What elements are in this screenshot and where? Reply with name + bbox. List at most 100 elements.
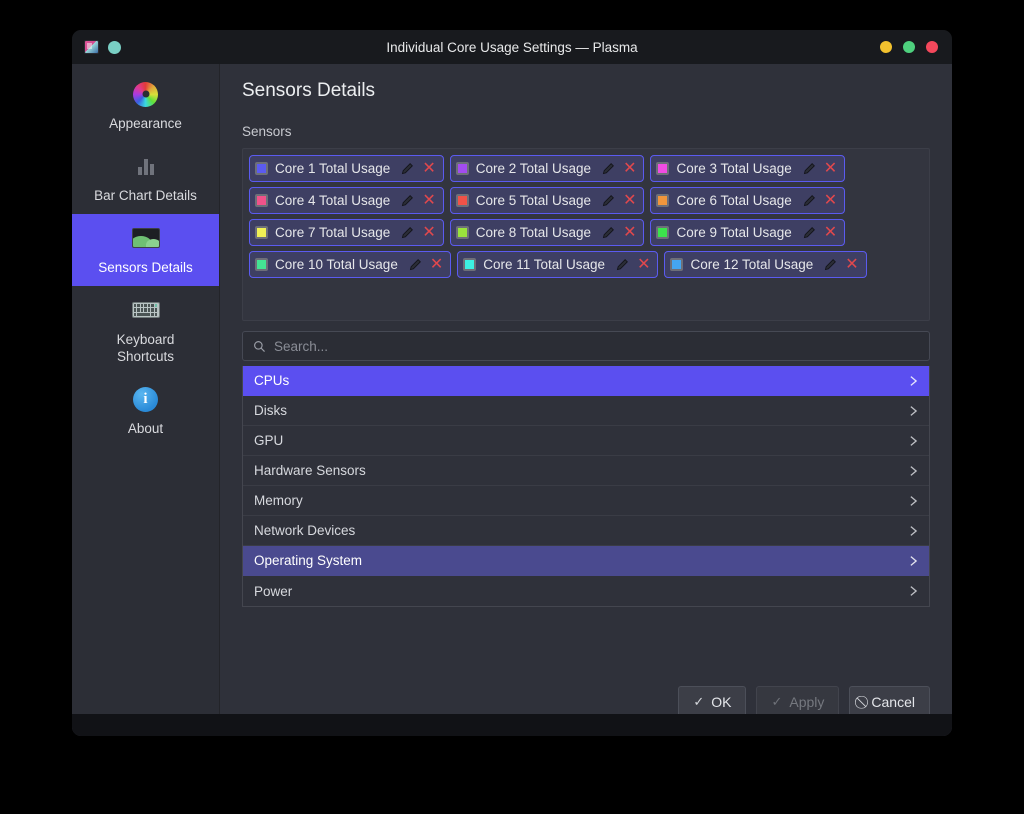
remove-sensor-icon[interactable]: ✕ (623, 226, 636, 240)
sensor-chip[interactable]: Core 8 Total Usage✕ (450, 219, 645, 246)
remove-sensor-icon[interactable]: ✕ (422, 226, 435, 240)
sensor-browser: CPUs Disks GPU Hardware Sensors Memory Networ… (242, 331, 930, 607)
chevron-right-icon (909, 554, 918, 568)
edit-pencil-icon[interactable] (601, 226, 615, 240)
remove-sensor-icon[interactable]: ✕ (824, 194, 837, 208)
chevron-right-icon (909, 494, 918, 508)
sidebar-item-label: Appearance (109, 115, 182, 132)
window-footer-strip (72, 714, 952, 736)
category-row[interactable]: Operating System (243, 546, 929, 576)
sidebar-item-sensors-details[interactable]: Sensors Details (72, 214, 219, 286)
sensor-chip-label: Core 3 Total Usage (676, 161, 791, 176)
window-controls (880, 41, 952, 53)
minimize-button[interactable] (880, 41, 892, 53)
edit-pencil-icon[interactable] (802, 162, 816, 176)
sensor-chip[interactable]: Core 3 Total Usage ✕ (650, 155, 845, 182)
remove-sensor-icon[interactable]: ✕ (623, 194, 636, 208)
search-icon (253, 340, 266, 353)
search-input[interactable] (274, 339, 919, 354)
sensor-chip[interactable]: Core 7 Total Usage ✕ (249, 219, 444, 246)
search-box[interactable] (242, 331, 930, 361)
sensor-chip-label: Core 5 Total Usage (476, 193, 591, 208)
sidebar-item-bar-chart-details[interactable]: Bar Chart Details (72, 142, 219, 214)
category-label: CPUs (254, 373, 909, 388)
edit-pencil-icon[interactable] (400, 194, 414, 208)
edit-pencil-icon[interactable] (400, 162, 414, 176)
remove-sensor-icon[interactable]: ✕ (422, 194, 435, 208)
category-row[interactable]: CPUs (243, 366, 929, 396)
category-row[interactable]: Network Devices (243, 516, 929, 546)
edit-pencil-icon[interactable] (400, 226, 414, 240)
sensor-chip[interactable]: Core 11 Total Usage ✕ (457, 251, 658, 278)
sidebar-item-appearance[interactable]: Appearance (72, 70, 219, 142)
sensor-color-swatch (656, 226, 669, 239)
window-titlebar: Individual Core Usage Settings — Plasma (72, 30, 952, 64)
remove-sensor-icon[interactable]: ✕ (623, 162, 636, 176)
sensor-chip[interactable]: Core 6 Total Usage ✕ (650, 187, 845, 214)
sensor-color-swatch (656, 162, 669, 175)
sensor-chip-label: Core 6 Total Usage (676, 193, 791, 208)
remove-sensor-icon[interactable]: ✕ (637, 258, 650, 272)
category-row[interactable]: Disks (243, 396, 929, 426)
edit-pencil-icon[interactable] (615, 258, 629, 272)
sensor-chip[interactable]: Core 4 Total Usage✕ (249, 187, 444, 214)
maximize-button[interactable] (903, 41, 915, 53)
sensor-chip-label: Core 9 Total Usage (676, 225, 791, 240)
remove-sensor-icon[interactable]: ✕ (824, 162, 837, 176)
remove-sensor-icon[interactable]: ✕ (430, 258, 443, 272)
remove-sensor-icon[interactable]: ✕ (845, 258, 858, 272)
category-row[interactable]: Power (243, 576, 929, 606)
edit-pencil-icon[interactable] (601, 194, 615, 208)
chevron-right-icon (909, 524, 918, 538)
category-row[interactable]: GPU (243, 426, 929, 456)
sensor-chip[interactable]: Core 1 Total Usage✕ (249, 155, 444, 182)
sensors-chip-list: Core 1 Total Usage✕Core 2 Total Usage✕Co… (249, 155, 923, 278)
sensor-chip[interactable]: Core 10 Total Usage✕ (249, 251, 451, 278)
content-area: Sensors Details Sensors Core 1 Total Usa… (220, 64, 952, 736)
category-label: Operating System (254, 553, 909, 568)
sidebar-item-keyboard-shortcuts[interactable]: Keyboard Shortcuts (72, 286, 219, 375)
sensor-color-swatch (456, 162, 469, 175)
bar-chart-icon (131, 151, 161, 181)
sidebar-item-label: Bar Chart Details (94, 187, 197, 204)
sensor-chip[interactable]: Core 2 Total Usage✕ (450, 155, 645, 182)
remove-sensor-icon[interactable]: ✕ (422, 162, 435, 176)
chevron-right-icon (909, 464, 918, 478)
check-icon: ✓ (693, 694, 704, 710)
chevron-right-icon (909, 434, 918, 448)
chevron-right-icon (909, 374, 918, 388)
edit-pencil-icon[interactable] (802, 194, 816, 208)
sidebar-item-about[interactable]: i About (72, 375, 219, 447)
sensor-color-swatch (656, 194, 669, 207)
sensor-color-swatch (670, 258, 683, 271)
category-label: Memory (254, 493, 909, 508)
category-row[interactable]: Memory (243, 486, 929, 516)
sensor-chip-label: Core 7 Total Usage (275, 225, 390, 240)
sensor-color-swatch (255, 226, 268, 239)
category-label: Network Devices (254, 523, 909, 538)
sensors-chips-panel: Core 1 Total Usage✕Core 2 Total Usage✕Co… (242, 148, 930, 321)
edit-pencil-icon[interactable] (601, 162, 615, 176)
color-wheel-icon (131, 79, 161, 109)
sensor-chip-label: Core 11 Total Usage (483, 257, 605, 272)
sensor-chip[interactable]: Core 9 Total Usage ✕ (650, 219, 845, 246)
category-row[interactable]: Hardware Sensors (243, 456, 929, 486)
chevron-right-icon (909, 584, 918, 598)
titlebar-left-icons (72, 40, 121, 54)
teal-circle-icon (108, 41, 121, 54)
sensor-color-swatch (463, 258, 476, 271)
close-button[interactable] (926, 41, 938, 53)
sidebar-item-label: Keyboard Shortcuts (117, 331, 175, 365)
remove-sensor-icon[interactable]: ✕ (824, 226, 837, 240)
plasma-app-icon (84, 40, 99, 54)
edit-pencil-icon[interactable] (802, 226, 816, 240)
edit-pencil-icon[interactable] (408, 258, 422, 272)
check-icon: ✓ (771, 694, 782, 710)
ok-button-label: OK (711, 694, 731, 710)
category-label: GPU (254, 433, 909, 448)
sensor-color-swatch (255, 194, 268, 207)
sensor-chip[interactable]: Core 12 Total Usage✕ (664, 251, 866, 278)
sensor-chip[interactable]: Core 5 Total Usage ✕ (450, 187, 645, 214)
sensors-graph-icon (131, 223, 161, 253)
edit-pencil-icon[interactable] (823, 258, 837, 272)
